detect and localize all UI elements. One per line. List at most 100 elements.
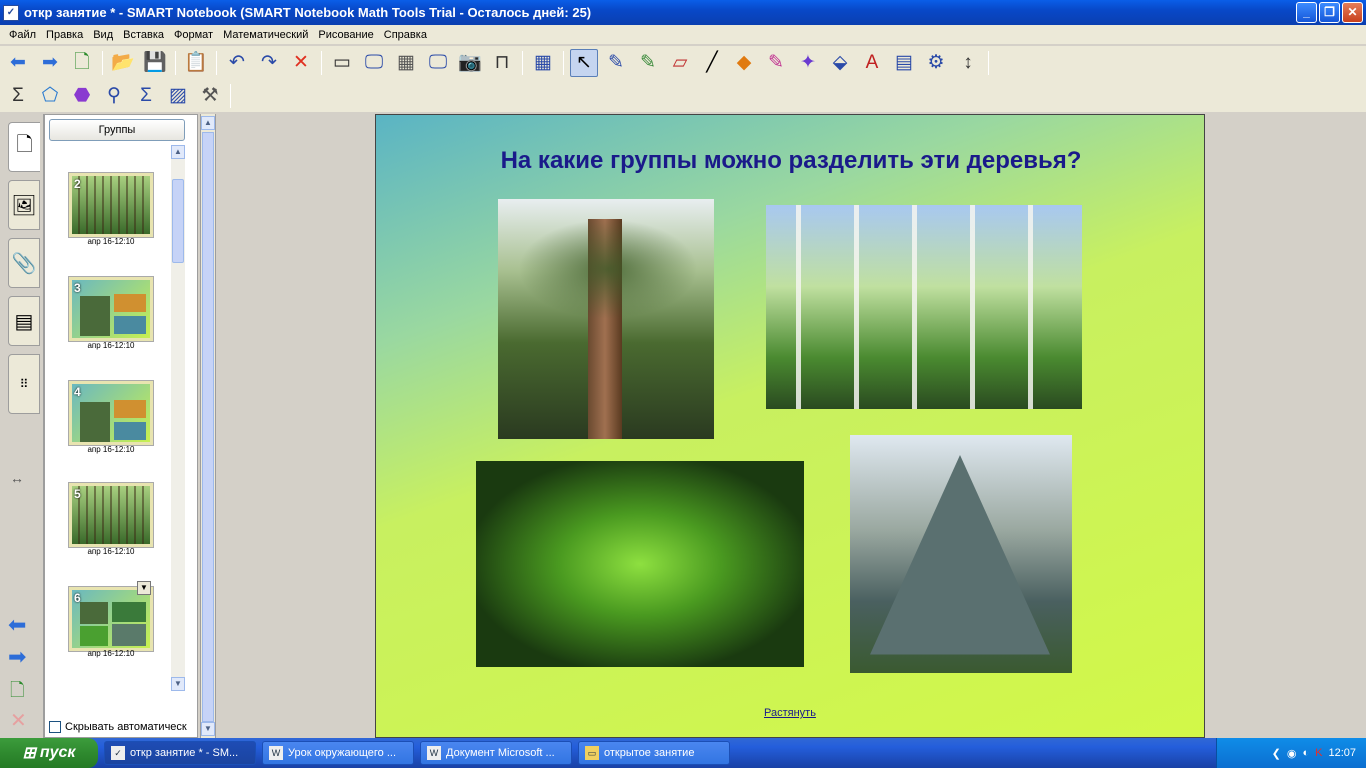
- undo-icon[interactable]: ↶: [223, 49, 251, 77]
- thumbnail-date: апр 16-12:10: [87, 445, 135, 454]
- table-icon[interactable]: ▦: [529, 49, 557, 77]
- groups-button[interactable]: Группы: [49, 119, 185, 141]
- gallery-icon[interactable]: 🖼: [8, 180, 40, 230]
- task-word-lesson[interactable]: W Урок окружающего ...: [262, 741, 414, 765]
- slide-page[interactable]: На какие группы можно разделить эти дере…: [375, 114, 1205, 738]
- spruce-tree-photo[interactable]: [850, 435, 1072, 673]
- attachments-icon[interactable]: 📎: [8, 238, 40, 288]
- properties-icon[interactable]: ▤: [890, 49, 918, 77]
- canvas-scroll-down-icon[interactable]: ▼: [201, 722, 215, 736]
- add-page-icon[interactable]: 🗋: [68, 49, 96, 77]
- page-thumbnail-6[interactable]: 6: [68, 586, 154, 652]
- pine-tree-photo[interactable]: [498, 199, 714, 439]
- line-icon[interactable]: ╱: [698, 49, 726, 77]
- text-icon[interactable]: A: [858, 49, 886, 77]
- delete-icon[interactable]: ✕: [287, 49, 315, 77]
- shapes-icon[interactable]: ◆: [730, 49, 758, 77]
- delete-page-icon[interactable]: ✕: [10, 708, 27, 733]
- polygon-icon[interactable]: ⬣: [68, 82, 96, 110]
- start-button[interactable]: ⊞ пуск: [0, 738, 98, 768]
- slide-title[interactable]: На какие группы можно разделить эти дере…: [376, 147, 1204, 175]
- math-toolbar: Σ ⬠ ⬣ ⚲ Σ ▨ ⚒: [0, 79, 1366, 112]
- scroll-thumb[interactable]: [172, 179, 184, 263]
- pen-icon[interactable]: ✎: [602, 49, 630, 77]
- compass-icon[interactable]: ⚲: [100, 82, 128, 110]
- clock[interactable]: 12:07: [1328, 747, 1356, 759]
- add-page-icon[interactable]: 🗋: [10, 678, 24, 708]
- scroll-down-icon[interactable]: ▼: [171, 677, 185, 691]
- thumbnail-date: апр 16-12:10: [87, 341, 135, 350]
- canvas-scroll-thumb[interactable]: [202, 132, 214, 722]
- panel-scrollbar[interactable]: ▲ ▼: [171, 145, 185, 691]
- panel-splitter[interactable]: ▲ ▼: [200, 114, 216, 738]
- shape-recognition-icon[interactable]: ⬠: [36, 82, 64, 110]
- magic-pen-icon[interactable]: ✦: [794, 49, 822, 77]
- restore-button[interactable]: ❐: [1319, 2, 1340, 23]
- measurement-icon[interactable]: ⚒: [196, 82, 224, 110]
- menu-file[interactable]: Файл: [4, 29, 41, 41]
- toolbar-separator: [216, 50, 217, 75]
- page-thumbnail-3[interactable]: 3: [68, 276, 154, 342]
- close-button[interactable]: ✕: [1342, 2, 1363, 23]
- fill-pen-icon[interactable]: ✎: [762, 49, 790, 77]
- save-icon[interactable]: 💾: [141, 49, 169, 77]
- task-folder[interactable]: ▭ открытое занятие: [578, 741, 730, 765]
- creative-pen-icon[interactable]: ✎: [634, 49, 662, 77]
- menu-format[interactable]: Формат: [169, 29, 218, 41]
- open-icon[interactable]: 📂: [109, 49, 137, 77]
- resize-link[interactable]: Растянуть: [764, 707, 816, 719]
- fill-icon[interactable]: ⬙: [826, 49, 854, 77]
- volume-icon[interactable]: ◐: [1302, 747, 1309, 759]
- forward-icon[interactable]: ➡: [36, 49, 64, 77]
- canvas-scroll-up-icon[interactable]: ▲: [201, 116, 215, 130]
- full-screen-icon[interactable]: 🖵: [360, 49, 388, 77]
- checkbox-icon[interactable]: [49, 721, 61, 733]
- menu-insert[interactable]: Вставка: [118, 29, 169, 41]
- addons-icon[interactable]: ⠿: [8, 354, 40, 414]
- eraser-icon[interactable]: ▱: [666, 49, 694, 77]
- page-thumbnail-2[interactable]: 2: [68, 172, 154, 238]
- properties-icon[interactable]: ▤: [8, 296, 40, 346]
- page-thumbnail-4[interactable]: 4: [68, 380, 154, 446]
- task-notebook[interactable]: ✓ откр занятие * - SM...: [104, 741, 256, 765]
- thumbnail-date: апр 16-12:10: [87, 547, 135, 556]
- menu-view[interactable]: Вид: [88, 29, 118, 41]
- canvas-area: На какие группы можно разделить эти дере…: [218, 114, 1366, 738]
- select-icon[interactable]: ↖: [570, 48, 598, 77]
- prev-page-icon[interactable]: ⬅: [8, 612, 26, 638]
- tray-expand-icon[interactable]: ❮: [1272, 747, 1281, 760]
- maple-sprout-photo[interactable]: [476, 461, 804, 667]
- graph-icon[interactable]: ▨: [164, 82, 192, 110]
- paste-icon[interactable]: 📋: [182, 49, 210, 77]
- equation-icon[interactable]: Σ: [132, 82, 160, 110]
- panel-move-icon[interactable]: ↔: [10, 470, 24, 486]
- menu-edit[interactable]: Правка: [41, 29, 88, 41]
- thumbnail-menu-button[interactable]: ▼: [137, 581, 151, 595]
- menu-help[interactable]: Справка: [379, 29, 432, 41]
- dual-page-icon[interactable]: 🖵: [424, 49, 452, 77]
- autohide-checkbox[interactable]: Скрывать автоматическ: [49, 721, 187, 733]
- toolbar-separator: [175, 50, 176, 75]
- network-icon[interactable]: ◉: [1287, 747, 1297, 760]
- redo-icon[interactable]: ↷: [255, 49, 283, 77]
- screen-shade-icon[interactable]: ▭: [328, 49, 356, 77]
- next-page-icon[interactable]: ➡: [8, 644, 26, 670]
- antivirus-icon[interactable]: K: [1315, 747, 1322, 759]
- menu-draw[interactable]: Рисование: [313, 29, 378, 41]
- task-word-document[interactable]: W Документ Microsoft ...: [420, 741, 572, 765]
- toolbar-separator: [102, 50, 103, 75]
- sigma-icon[interactable]: Σ: [4, 82, 32, 110]
- page-sorter-icon[interactable]: 🗋: [8, 122, 40, 172]
- toolbar-separator: [230, 83, 231, 108]
- transparent-bg-icon[interactable]: ▦: [392, 49, 420, 77]
- menu-math[interactable]: Математический: [218, 29, 313, 41]
- math-tools-icon[interactable]: ⚙: [922, 49, 950, 77]
- birch-forest-photo[interactable]: [766, 205, 1082, 409]
- minimize-button[interactable]: _: [1296, 2, 1317, 23]
- scroll-up-icon[interactable]: ▲: [171, 145, 185, 159]
- screen-capture-icon[interactable]: 📷: [456, 49, 484, 77]
- toolbar-move-icon[interactable]: ↕: [954, 49, 982, 77]
- page-thumbnail-5[interactable]: 5: [68, 482, 154, 548]
- document-camera-icon[interactable]: ⊓: [488, 49, 516, 77]
- back-icon[interactable]: ⬅: [4, 49, 32, 77]
